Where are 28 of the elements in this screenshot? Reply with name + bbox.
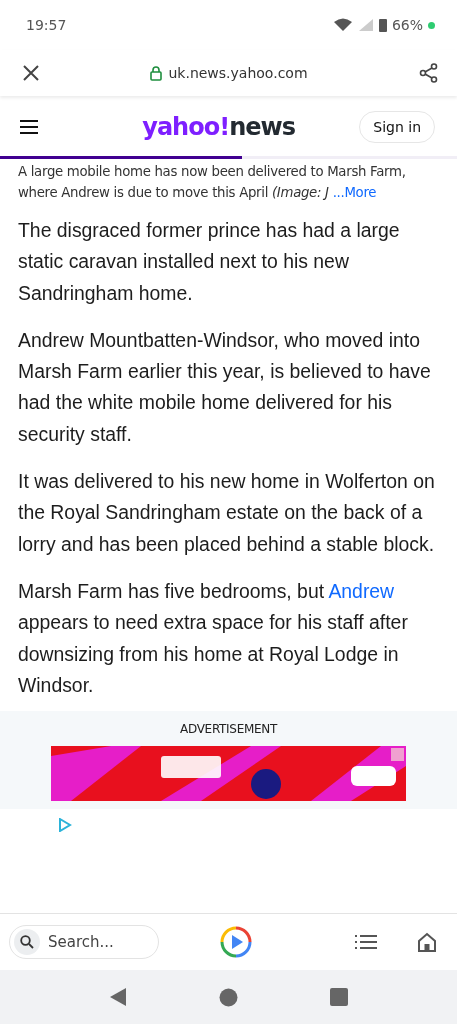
image-caption: A large mobile home has now been delivered to Marsh Farm, where Andrew is due to move this April (Image: J ...More — [17, 163, 407, 202]
search-icon — [20, 935, 34, 949]
url-text[interactable]: uk.news.yahoo.com — [168, 65, 308, 81]
play-icon[interactable] — [219, 925, 253, 959]
share-icon[interactable] — [419, 63, 439, 83]
more-link[interactable]: ...More — [332, 185, 377, 200]
home-button-icon[interactable] — [219, 987, 238, 1007]
search-field[interactable]: Search... — [46, 932, 150, 952]
list-icon[interactable] — [355, 935, 377, 949]
article-paragraph: It was delivered to his new home in Wolferton on the Royal Sandringham estate on the back of a lorry and has been placed behind a stable block. — [17, 469, 436, 557]
battery-percent: 66% — [391, 17, 423, 33]
sign-in-button[interactable]: Sign in — [359, 111, 435, 143]
menu-icon[interactable] — [20, 120, 38, 134]
home-icon[interactable] — [417, 932, 437, 952]
article-paragraph: Andrew Mountbatten-Windsor, who moved into Marsh Farm earlier this year, is believed to have had the white mobile home delivered for his security staff. — [17, 327, 432, 447]
status-dot-icon — [428, 21, 435, 29]
battery-icon — [378, 18, 387, 32]
yahoo-news-logo[interactable]: yahoo!news — [142, 113, 295, 141]
close-icon[interactable] — [23, 65, 39, 81]
article-paragraph: Marsh Farm has five bedrooms, but Andrew appears to need extra space for his staff after downsizing from his home at Royal Lodge in Windsor. — [17, 578, 409, 698]
lock-icon — [150, 65, 163, 81]
article-paragraph: The disgraced former prince has had a large static caravan installed next to his new Sandringham home. — [17, 218, 401, 306]
signal-icon — [357, 18, 374, 32]
wifi-icon — [332, 18, 353, 32]
status-time: 19:57 — [26, 17, 67, 33]
advertisement-label: ADVERTISEMENT — [180, 722, 277, 737]
article-link[interactable]: Andrew — [328, 579, 395, 602]
back-icon[interactable] — [109, 987, 127, 1007]
